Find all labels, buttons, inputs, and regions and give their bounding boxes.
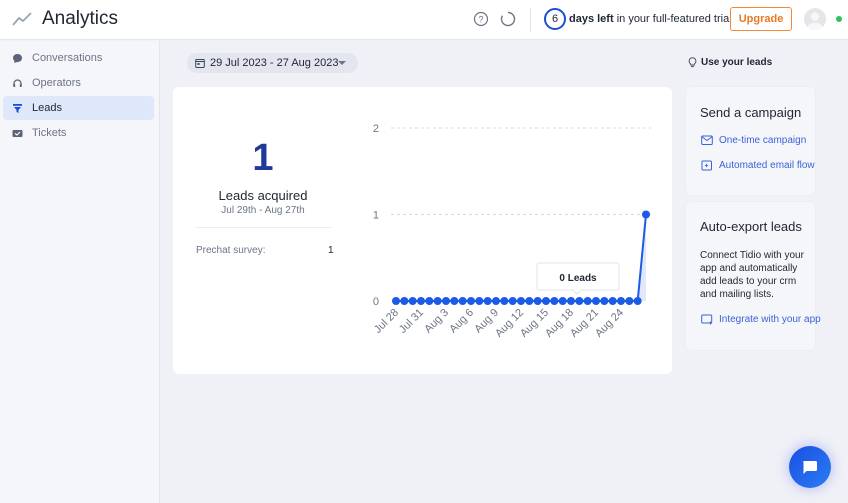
trial-status-text: days left in your full-featured trial (569, 13, 732, 25)
data-point (408, 297, 417, 305)
sidebar-item-leads[interactable]: Leads (3, 96, 154, 120)
days-left-label: days left (569, 13, 614, 25)
sidebar-item-label: Leads (32, 102, 62, 114)
upgrade-button[interactable]: Upgrade (730, 7, 792, 31)
data-point (417, 297, 425, 305)
lightbulb-icon (688, 57, 697, 68)
x-tick-label: Aug 3 (422, 307, 451, 336)
auto-export-description: Connect Tidio with your app and automati… (700, 250, 804, 300)
sidebar-item-label: Operators (32, 77, 81, 89)
avatar[interactable] (804, 8, 826, 30)
date-range-value: 29 Jul 2023 - 27 Aug 2023 (210, 57, 339, 69)
data-point (633, 297, 642, 305)
ticket-icon (12, 129, 23, 137)
data-point (642, 210, 650, 219)
data-point (467, 297, 475, 305)
data-point (608, 297, 617, 305)
data-point (508, 297, 517, 305)
use-your-leads-label: Use your leads (701, 57, 773, 68)
data-point (492, 297, 500, 305)
x-tick-label: Aug 24 (593, 307, 626, 340)
data-point (500, 297, 509, 305)
analytics-trend-icon (12, 12, 32, 26)
use-your-leads-heading: Use your leads (688, 57, 772, 68)
svg-text:?: ? (478, 15, 483, 25)
auto-export-title: Auto-export leads (700, 219, 802, 234)
sidebar-item-operators[interactable]: Operators (3, 71, 154, 95)
user-silhouette-icon (807, 12, 823, 30)
date-range-picker[interactable]: 29 Jul 2023 - 27 Aug 2023 (187, 53, 358, 73)
auto-export-card: Auto-export leads Connect Tidio with you… (686, 202, 821, 350)
y-tick-label: 0 (373, 296, 379, 308)
sidebar-item-label: Tickets (32, 127, 67, 139)
data-point (433, 297, 442, 305)
chat-bubble-icon (13, 53, 22, 63)
data-point (475, 297, 484, 305)
days-left-badge: 6 (544, 8, 566, 30)
data-point (400, 297, 409, 305)
automation-icon (701, 160, 712, 171)
leads-line-chart: 012 Jul 28Jul 31Aug 3Aug 6Aug 9Aug 12Aug… (372, 123, 651, 340)
help-icon[interactable]: ? (473, 11, 489, 27)
data-point (567, 297, 575, 305)
data-point (617, 297, 625, 305)
integrate-app-label: Integrate with your app (719, 314, 821, 325)
data-point (392, 297, 400, 305)
data-point (542, 297, 550, 305)
automated-email-flow-label: Automated email flow (719, 160, 815, 171)
x-tick-label: Aug 6 (447, 307, 476, 336)
data-point (583, 297, 592, 305)
sidebar: Conversations Operators Leads Tickets (0, 41, 160, 503)
data-point (575, 297, 584, 305)
chat-widget-button[interactable] (789, 446, 831, 488)
data-point (442, 297, 450, 305)
y-tick-label: 1 (373, 210, 379, 222)
sidebar-item-tickets[interactable]: Tickets (3, 121, 154, 145)
chart-tooltip: 0 Leads (536, 262, 620, 295)
data-point (425, 297, 434, 305)
data-point (550, 297, 559, 305)
data-point (483, 297, 492, 305)
headset-icon (13, 78, 22, 87)
page-title: Analytics (42, 8, 119, 29)
send-campaign-title: Send a campaign (700, 105, 802, 120)
automated-email-flow-link[interactable]: Automated email flow (701, 160, 815, 171)
sidebar-item-label: Conversations (32, 52, 103, 64)
tooltip-text: 0 Leads (559, 273, 597, 284)
header-divider (530, 8, 531, 32)
mail-icon (701, 135, 713, 145)
chevron-down-icon (338, 61, 346, 65)
data-point (625, 297, 634, 305)
data-point (533, 297, 542, 305)
data-point (592, 297, 600, 305)
loading-refresh-icon[interactable] (500, 11, 516, 27)
y-tick-label: 2 (373, 123, 379, 135)
data-point (450, 297, 459, 305)
top-bar: Analytics ? 6 days left in your full-fea… (0, 0, 848, 40)
data-point (458, 297, 467, 305)
data-point (600, 297, 609, 305)
trial-suffix: in your full-featured trial (613, 13, 732, 25)
integration-icon (701, 314, 713, 325)
integrate-app-link[interactable]: Integrate with your app (701, 314, 821, 325)
send-campaign-card: Send a campaign One-time campaign Automa… (686, 87, 815, 195)
x-tick-label: Jul 31 (397, 307, 426, 336)
funnel-icon (13, 103, 22, 113)
one-time-campaign-link[interactable]: One-time campaign (701, 135, 806, 146)
calendar-icon (195, 59, 205, 68)
data-point (517, 297, 525, 305)
data-point (558, 297, 567, 305)
online-status-dot (836, 16, 842, 22)
one-time-campaign-label: One-time campaign (719, 135, 807, 146)
chat-icon (803, 460, 817, 474)
sidebar-item-conversations[interactable]: Conversations (3, 46, 154, 70)
x-tick-label: Jul 28 (372, 307, 401, 336)
data-point (525, 297, 534, 305)
